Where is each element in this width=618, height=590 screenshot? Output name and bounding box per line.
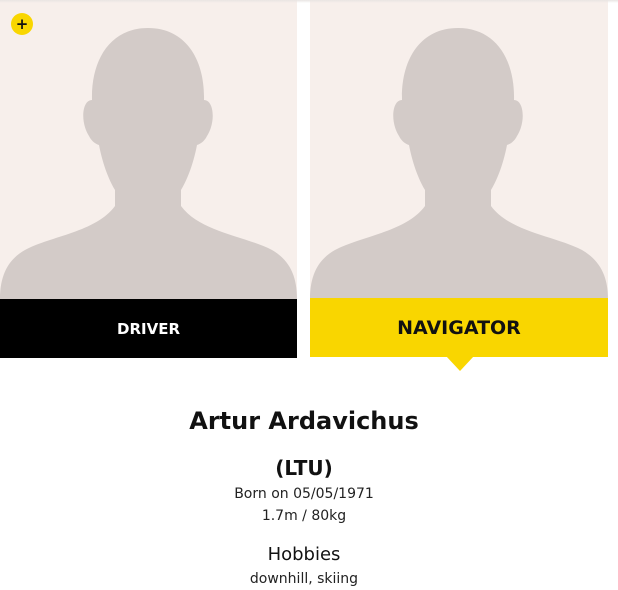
- driver-card[interactable]: DRIVER: [0, 0, 297, 358]
- profile-birthdate: Born on 05/05/1971: [234, 486, 374, 502]
- tab-driver-label: DRIVER: [117, 319, 180, 338]
- plus-icon: +: [15, 14, 29, 33]
- person-silhouette-icon: [0, 28, 297, 299]
- expand-button[interactable]: +: [11, 13, 33, 35]
- navigator-card[interactable]: NAVIGATOR: [310, 0, 608, 358]
- tab-navigator[interactable]: NAVIGATOR: [310, 298, 608, 357]
- navigator-photo: [310, 0, 608, 299]
- person-silhouette-icon: [310, 28, 608, 299]
- tab-navigator-label: NAVIGATOR: [397, 316, 521, 339]
- hobbies-list: downhill, skiing: [249, 571, 359, 587]
- active-tab-indicator: [446, 356, 474, 371]
- profile-country: (LTU): [275, 456, 333, 480]
- hobbies-heading: Hobbies: [267, 544, 341, 565]
- profile-name: Artur Ardavichus: [189, 407, 419, 435]
- driver-photo: [0, 0, 297, 299]
- profile-measurements: 1.7m / 80kg: [261, 508, 347, 524]
- top-shadow: [0, 0, 618, 3]
- tab-driver[interactable]: DRIVER: [0, 299, 297, 358]
